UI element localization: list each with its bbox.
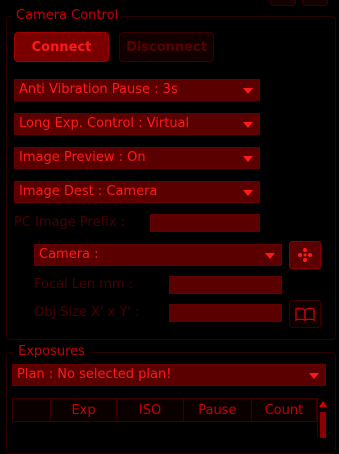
- chevron-down-icon: [243, 88, 253, 94]
- open-book-icon: [295, 307, 315, 321]
- dots-cluster-icon: [298, 248, 312, 262]
- exposures-table: Exp ISO Pause Count: [12, 398, 318, 422]
- anti-vibration-dropdown[interactable]: Anti Vibration Pause : 3s: [14, 79, 260, 101]
- long-exp-control-value: Long Exp. Control : Virtual: [19, 116, 190, 131]
- obj-size-input[interactable]: [169, 304, 282, 322]
- plan-value: Plan : No selected plan!: [17, 367, 172, 382]
- plan-dropdown[interactable]: Plan : No selected plan!: [12, 364, 326, 386]
- scrollbar-thumb[interactable]: [320, 412, 326, 438]
- pc-image-prefix-label: PC Image Prefix :: [14, 215, 125, 230]
- exposures-title: Exposures: [14, 344, 89, 360]
- chevron-down-icon: [243, 190, 253, 196]
- column-header-select[interactable]: [12, 398, 51, 422]
- column-header-iso[interactable]: ISO: [116, 398, 184, 422]
- image-preview-value: Image Preview : On: [19, 150, 146, 165]
- image-dest-dropdown[interactable]: Image Dest : Camera: [14, 181, 260, 203]
- pc-image-prefix-input[interactable]: [150, 214, 260, 232]
- scroll-up-icon[interactable]: [319, 401, 327, 407]
- camera-select-dropdown[interactable]: Camera :: [34, 244, 282, 266]
- column-header-exp[interactable]: Exp: [49, 398, 118, 422]
- chevron-down-icon: [243, 122, 253, 128]
- table-scrollbar[interactable]: [317, 398, 328, 438]
- disconnect-button[interactable]: Disconnect: [119, 32, 214, 62]
- image-preview-dropdown[interactable]: Image Preview : On: [14, 147, 260, 169]
- image-dest-value: Image Dest : Camera: [19, 184, 158, 199]
- anti-vibration-value: Anti Vibration Pause : 3s: [19, 82, 178, 97]
- chevron-down-icon: [309, 373, 319, 379]
- camera-settings-button[interactable]: [289, 241, 321, 269]
- table-header-row: Exp ISO Pause Count: [12, 398, 318, 422]
- camera-control-title: Camera Control: [12, 8, 123, 24]
- chevron-down-icon: [243, 156, 253, 162]
- connect-button[interactable]: Connect: [14, 32, 109, 62]
- column-header-pause[interactable]: Pause: [182, 398, 252, 422]
- focal-len-input[interactable]: [169, 276, 282, 294]
- lens-library-button[interactable]: [289, 300, 321, 328]
- column-header-count[interactable]: Count: [250, 398, 318, 422]
- long-exp-control-dropdown[interactable]: Long Exp. Control : Virtual: [14, 113, 260, 135]
- window-control-button[interactable]: [270, 0, 296, 6]
- focal-len-label: Focal Len mm :: [34, 277, 134, 292]
- obj-size-label: Obj Size X' x Y' :: [34, 305, 140, 320]
- window-control-button[interactable]: [302, 0, 328, 6]
- chevron-down-icon: [265, 253, 275, 259]
- camera-select-value: Camera :: [39, 247, 99, 262]
